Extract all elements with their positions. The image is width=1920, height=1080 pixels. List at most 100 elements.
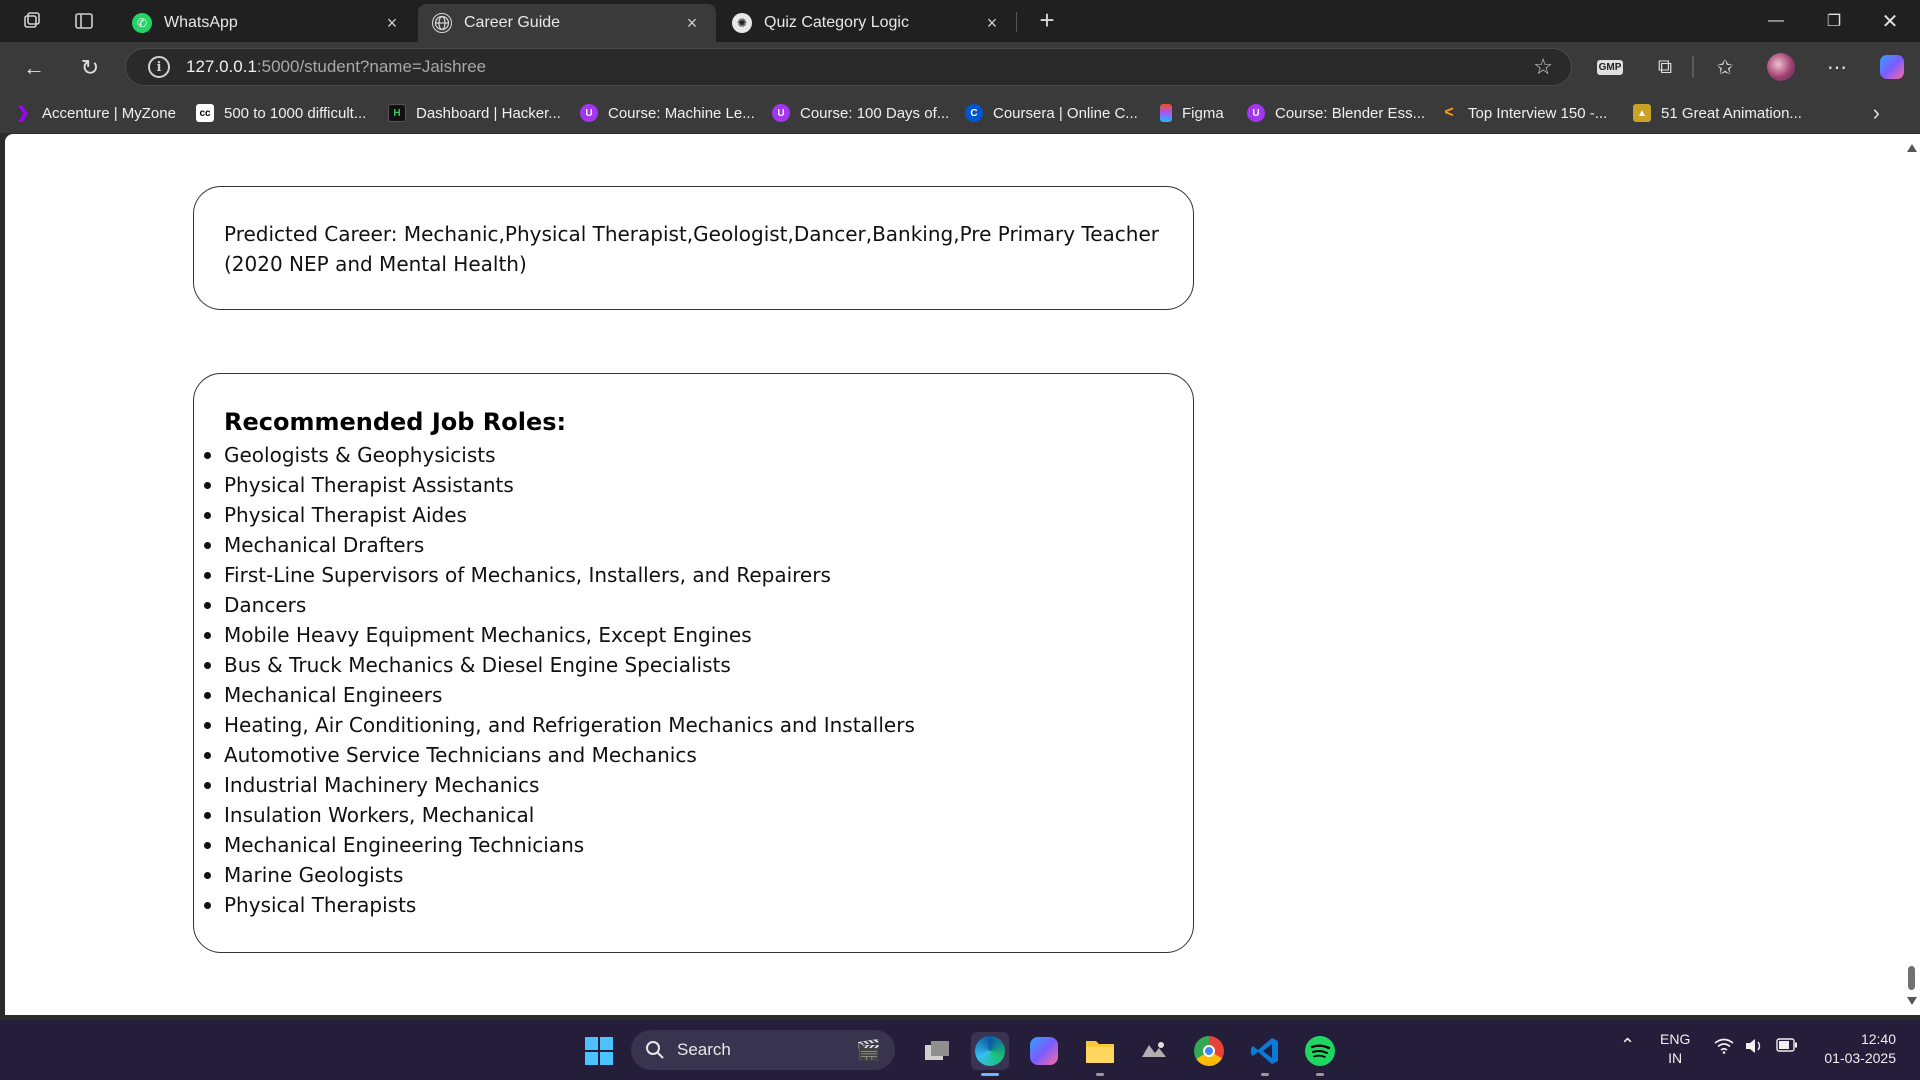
- chevron-right-icon[interactable]: ›: [1873, 100, 1880, 126]
- bookmark-item[interactable]: cc 500 to 1000 difficult...: [196, 101, 366, 125]
- taskbar-search[interactable]: Search 🎬: [631, 1030, 895, 1070]
- list-item: Mechanical Engineers: [204, 680, 1163, 710]
- bookmark-item[interactable]: U Course: Machine Le...: [580, 101, 755, 125]
- back-button[interactable]: ←: [18, 52, 50, 84]
- more-menu-icon[interactable]: ⋯: [1824, 53, 1850, 81]
- close-icon[interactable]: ×: [382, 13, 402, 34]
- gmp-label: GMP: [1596, 59, 1624, 75]
- app-indicator: [1096, 1073, 1104, 1076]
- bookmark-item[interactable]: Figma: [1160, 101, 1224, 125]
- active-app-indicator: [981, 1073, 999, 1076]
- taskbar: Search 🎬 ⌃ ENG IN 12:40 01-03-2025: [0, 1020, 1920, 1080]
- restore-button[interactable]: ❐: [1806, 0, 1862, 42]
- bookmark-label: Accenture | MyZone: [42, 104, 176, 122]
- vscode-icon[interactable]: [1246, 1032, 1284, 1070]
- bookmark-label: Figma: [1182, 104, 1224, 122]
- tab-quiz-category-logic[interactable]: ✺ Quiz Category Logic ×: [718, 4, 1016, 42]
- site-info-icon[interactable]: i: [148, 56, 170, 78]
- whatsapp-icon: ✆: [132, 13, 152, 33]
- spotify-icon[interactable]: [1301, 1032, 1339, 1070]
- battery-icon[interactable]: [1776, 1038, 1798, 1057]
- close-icon[interactable]: ×: [682, 13, 702, 34]
- chrome-icon[interactable]: [1190, 1032, 1228, 1070]
- coursera-icon: C: [965, 104, 983, 122]
- close-window-button[interactable]: ✕: [1862, 0, 1918, 42]
- minimize-button[interactable]: —: [1748, 0, 1804, 42]
- workspaces-icon[interactable]: [20, 9, 44, 33]
- clock[interactable]: 12:40 01-03-2025: [1814, 1030, 1914, 1068]
- bookmark-item[interactable]: C Coursera | Online C...: [965, 101, 1138, 125]
- bookmark-label: Course: 100 Days of...: [800, 104, 950, 122]
- region-code: IN: [1668, 1050, 1683, 1066]
- bookmark-item[interactable]: U Course: Blender Ess...: [1247, 101, 1425, 125]
- extensions-icon[interactable]: ⧉: [1652, 53, 1678, 81]
- bookmarks-bar: ❯ Accenture | MyZone cc 500 to 1000 diffic…: [0, 92, 1920, 134]
- page-viewport: Predicted Career: Mechanic,Physical Ther…: [5, 134, 1920, 1015]
- recommended-roles-heading: Recommended Job Roles:: [224, 408, 567, 436]
- profile-avatar[interactable]: [1766, 53, 1796, 81]
- task-view-icon[interactable]: [918, 1032, 956, 1070]
- list-item: Dancers: [204, 590, 1163, 620]
- scroll-down-arrow-icon[interactable]: [1907, 997, 1917, 1005]
- edge-browser-icon[interactable]: [971, 1032, 1009, 1070]
- language-code: ENG: [1660, 1031, 1691, 1047]
- globe-icon: [432, 13, 452, 33]
- list-item: Mechanical Engineering Technicians: [204, 830, 1163, 860]
- address-bar[interactable]: i 127.0.0.1:5000/student?name=Jaishree ☆: [125, 48, 1572, 86]
- favorite-star-icon[interactable]: ☆: [1533, 54, 1553, 80]
- scrollbar-thumb[interactable]: [1908, 966, 1915, 990]
- file-explorer-icon[interactable]: [1081, 1032, 1119, 1070]
- volume-icon[interactable]: [1744, 1038, 1764, 1059]
- list-item: Insulation Workers, Mechanical: [204, 800, 1163, 830]
- vertical-tabs-icon[interactable]: [72, 9, 96, 33]
- bookmark-item[interactable]: U Course: 100 Days of...: [772, 101, 949, 125]
- tab-strip: ✆ WhatsApp × Career Guide × ✺ Quiz Categ…: [0, 0, 1920, 42]
- close-icon[interactable]: ×: [982, 13, 1002, 34]
- list-item: Industrial Machinery Mechanics: [204, 770, 1163, 800]
- toolbar-divider: [1692, 56, 1694, 78]
- bookmark-label: 500 to 1000 difficult...: [224, 104, 367, 122]
- bookmark-label: Top Interview 150 -...: [1468, 104, 1608, 122]
- bookmark-item[interactable]: ❯ Accenture | MyZone: [14, 101, 176, 125]
- tab-label: Career Guide: [464, 14, 561, 31]
- url-text[interactable]: 127.0.0.1:5000/student?name=Jaishree: [186, 57, 1533, 77]
- wifi-icon[interactable]: [1714, 1038, 1734, 1059]
- list-item: Bus & Truck Mechanics & Diesel Engine Sp…: [204, 650, 1163, 680]
- bookmark-label: Dashboard | Hacker...: [416, 104, 561, 122]
- tab-whatsapp[interactable]: ✆ WhatsApp ×: [118, 4, 416, 42]
- clock-time: 12:40: [1860, 1031, 1896, 1047]
- list-item: Marine Geologists: [204, 860, 1163, 890]
- refresh-button[interactable]: ↻: [74, 52, 106, 84]
- list-item: Mobile Heavy Equipment Mechanics, Except…: [204, 620, 1163, 650]
- list-item: First-Line Supervisors of Mechanics, Ins…: [204, 560, 1163, 590]
- udemy-icon: U: [1247, 104, 1265, 122]
- bookmark-item[interactable]: < Top Interview 150 -...: [1440, 101, 1607, 125]
- windows-start-icon[interactable]: [580, 1032, 618, 1070]
- game-app-icon[interactable]: [1135, 1032, 1173, 1070]
- list-item: Automotive Service Technicians and Mecha…: [204, 740, 1163, 770]
- scroll-up-arrow-icon[interactable]: [1907, 144, 1917, 152]
- copilot-icon[interactable]: [1878, 53, 1906, 81]
- list-item: Physical Therapist Aides: [204, 500, 1163, 530]
- copilot-taskbar-icon[interactable]: [1025, 1032, 1063, 1070]
- page-scrollbar[interactable]: [1903, 134, 1920, 1015]
- list-item: Physical Therapists: [204, 890, 1163, 920]
- search-icon: [646, 1041, 664, 1059]
- search-highlight-icon: 🎬: [856, 1039, 881, 1062]
- predicted-career-card: Predicted Career: Mechanic,Physical Ther…: [193, 186, 1194, 310]
- bookmark-item[interactable]: ▲ 51 Great Animation...: [1633, 101, 1802, 125]
- app-indicator: [1261, 1073, 1269, 1076]
- list-item: Physical Therapist Assistants: [204, 470, 1163, 500]
- bookmark-item[interactable]: H Dashboard | Hacker...: [388, 101, 561, 125]
- chevron-up-icon[interactable]: ⌃: [1620, 1036, 1635, 1055]
- figma-icon: [1160, 104, 1172, 122]
- favorites-icon[interactable]: ✩: [1712, 53, 1738, 81]
- hackerrank-icon: H: [388, 104, 406, 122]
- bookmark-label: Coursera | Online C...: [993, 104, 1138, 122]
- gmp-extension-icon[interactable]: GMP: [1596, 53, 1624, 81]
- language-indicator[interactable]: ENG IN: [1660, 1030, 1690, 1068]
- url-path: :5000/student?name=Jaishree: [256, 57, 487, 76]
- tab-career-guide[interactable]: Career Guide ×: [418, 4, 716, 42]
- new-tab-button[interactable]: +: [1031, 6, 1063, 36]
- chatgpt-icon: ✺: [732, 13, 752, 33]
